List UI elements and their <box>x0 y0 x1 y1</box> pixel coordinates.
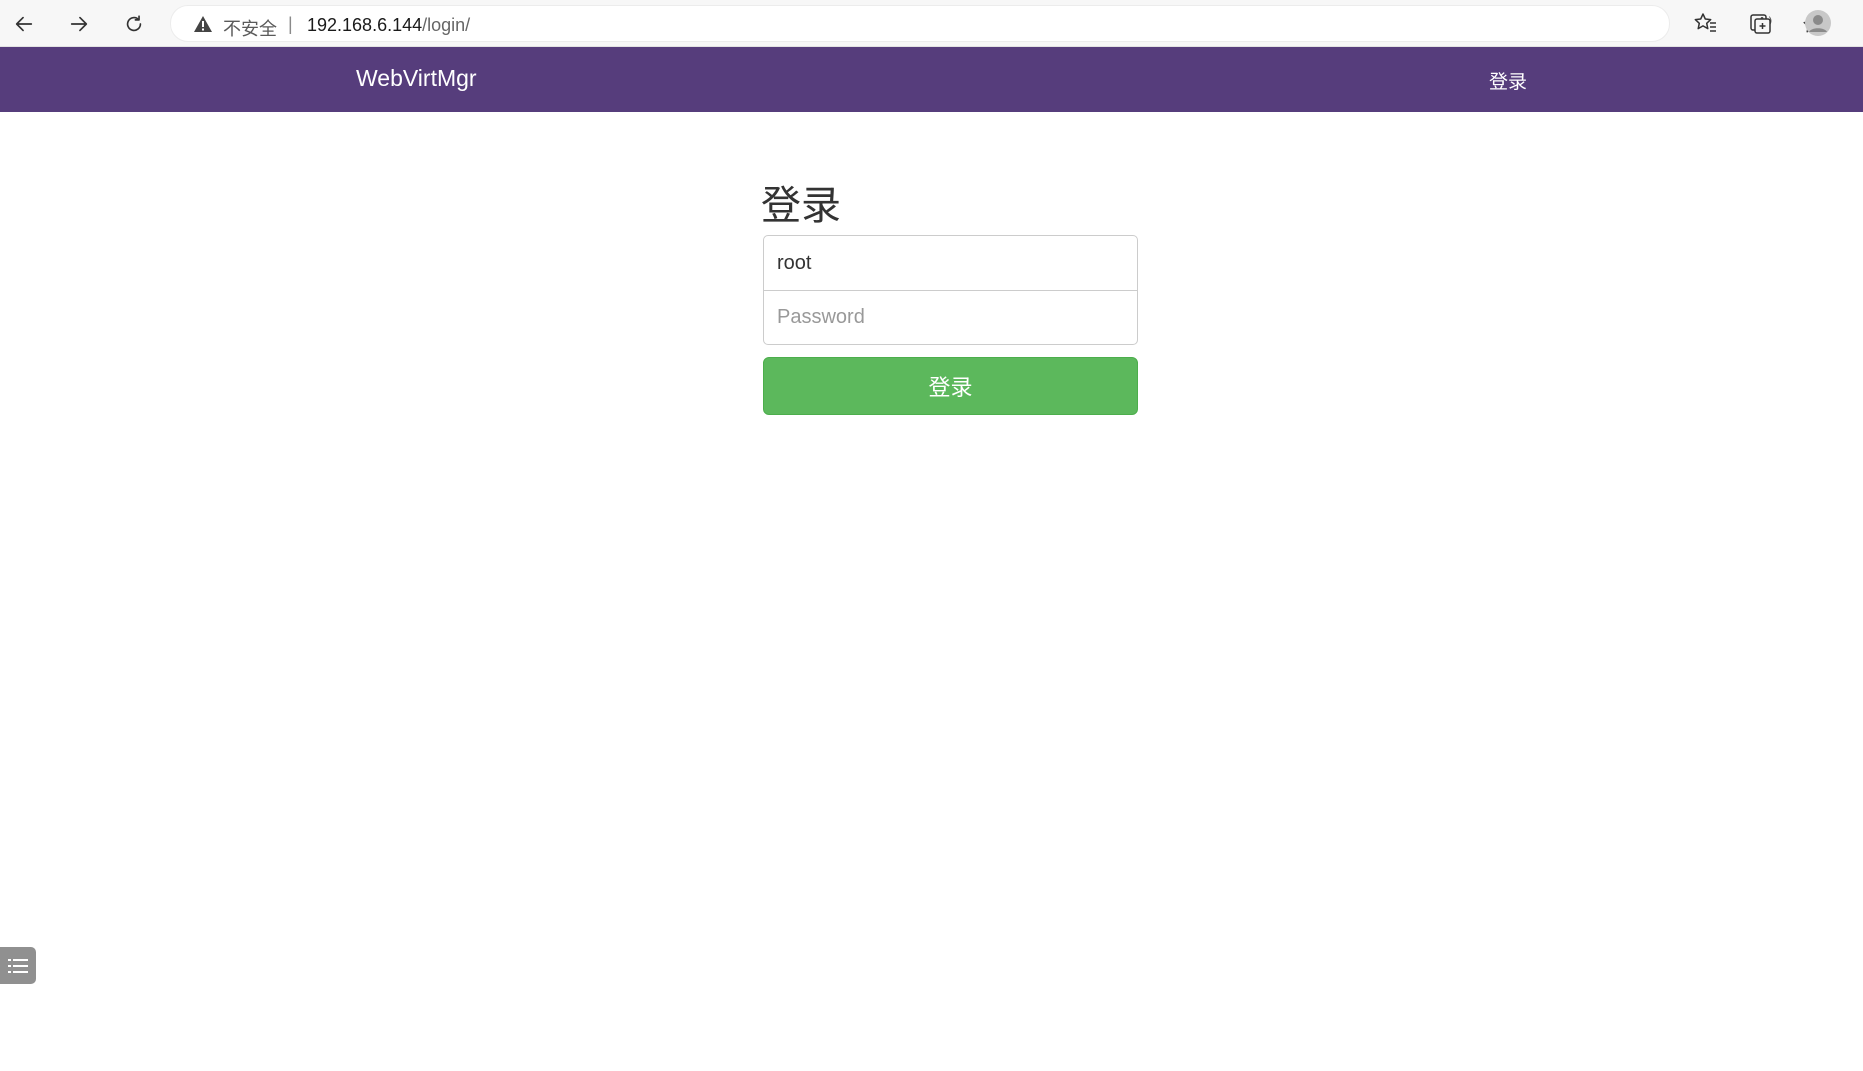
nav-login-link[interactable]: 登录 <box>1489 67 1527 94</box>
forward-arrow-icon <box>70 16 88 32</box>
refresh-button[interactable] <box>117 7 151 41</box>
favorites-icon[interactable] <box>1692 10 1718 36</box>
warning-icon[interactable] <box>193 15 213 33</box>
address-bar[interactable]: 不安全 | 192.168.6.144/login/ A⁾ <box>170 5 1822 42</box>
collections-icon[interactable] <box>1747 10 1773 36</box>
side-menu-button[interactable] <box>0 947 36 984</box>
back-button[interactable] <box>7 7 41 41</box>
url-text[interactable]: 192.168.6.144/login/ <box>307 15 470 36</box>
browser-toolbar: 不安全 | 192.168.6.144/login/ A⁾ <box>0 0 1863 47</box>
password-input[interactable] <box>763 290 1138 345</box>
forward-button[interactable] <box>62 7 96 41</box>
profile-icon[interactable] <box>1804 9 1832 37</box>
address-separator: | <box>288 14 293 34</box>
username-input[interactable] <box>763 235 1138 291</box>
brand-logo[interactable]: WebVirtMgr <box>356 65 477 92</box>
list-icon <box>8 958 28 973</box>
url-host: 192.168.6.144 <box>307 15 423 35</box>
url-path: /login/ <box>422 15 471 35</box>
refresh-icon <box>126 15 142 32</box>
insecure-label[interactable]: 不安全 <box>223 15 277 41</box>
back-arrow-icon <box>15 16 33 32</box>
top-navbar: WebVirtMgr 登录 <box>0 47 1863 112</box>
login-submit-button[interactable]: 登录 <box>763 357 1138 415</box>
page-title: 登录 <box>761 184 841 228</box>
